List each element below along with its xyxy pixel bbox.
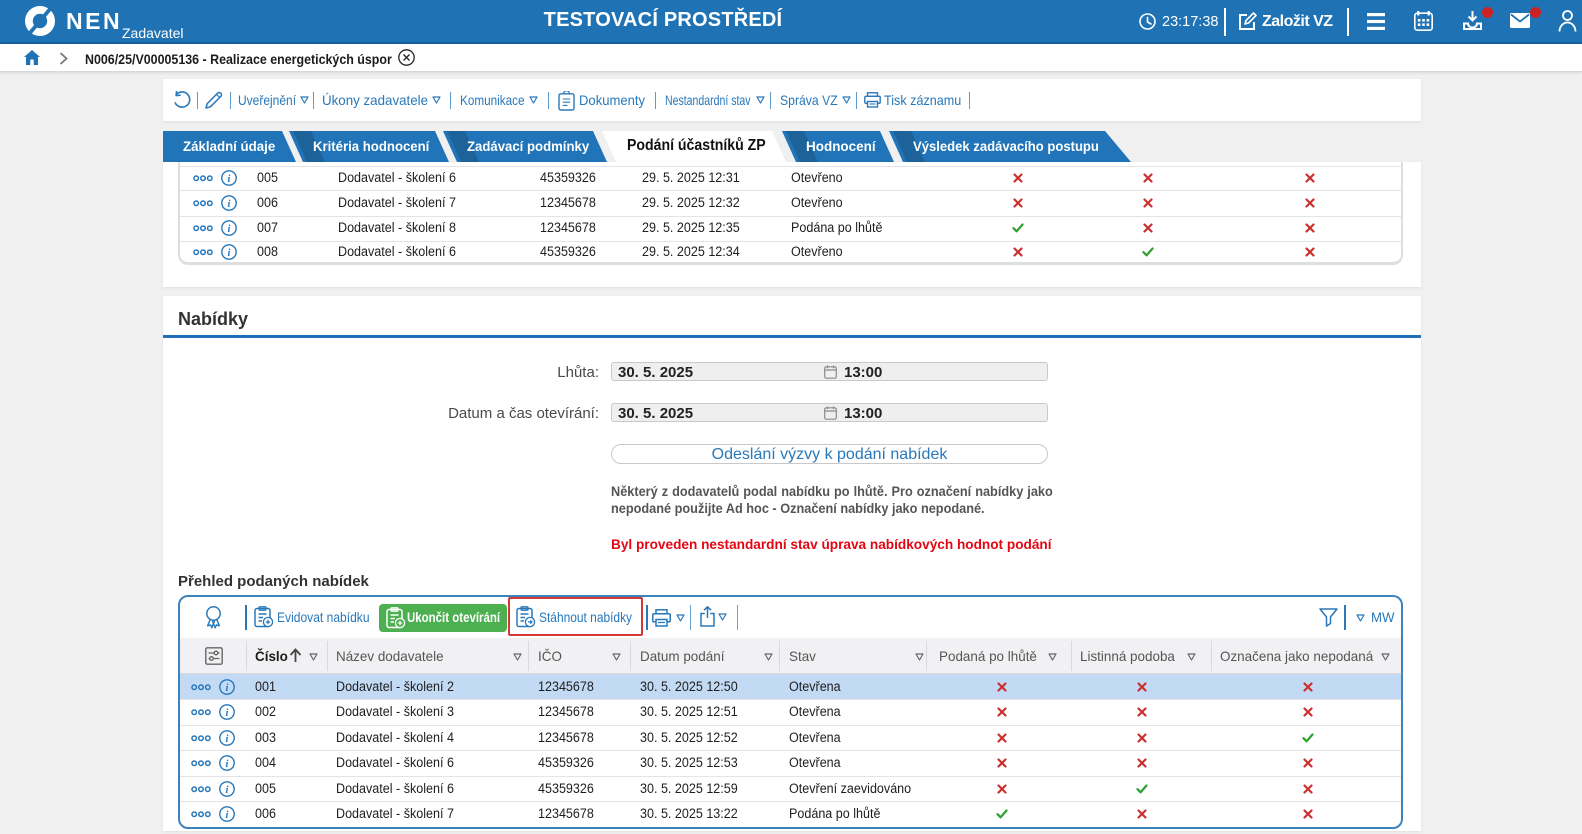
svg-text:i: i [226, 734, 229, 745]
svg-text:i: i [226, 785, 229, 796]
svg-text:i: i [228, 224, 231, 235]
svg-text:i: i [228, 248, 231, 259]
svg-text:i: i [226, 708, 229, 719]
svg-text:i: i [228, 174, 231, 185]
svg-text:i: i [228, 199, 231, 210]
svg-text:i: i [226, 683, 229, 694]
svg-text:i: i [226, 759, 229, 770]
svg-text:i: i [226, 810, 229, 821]
